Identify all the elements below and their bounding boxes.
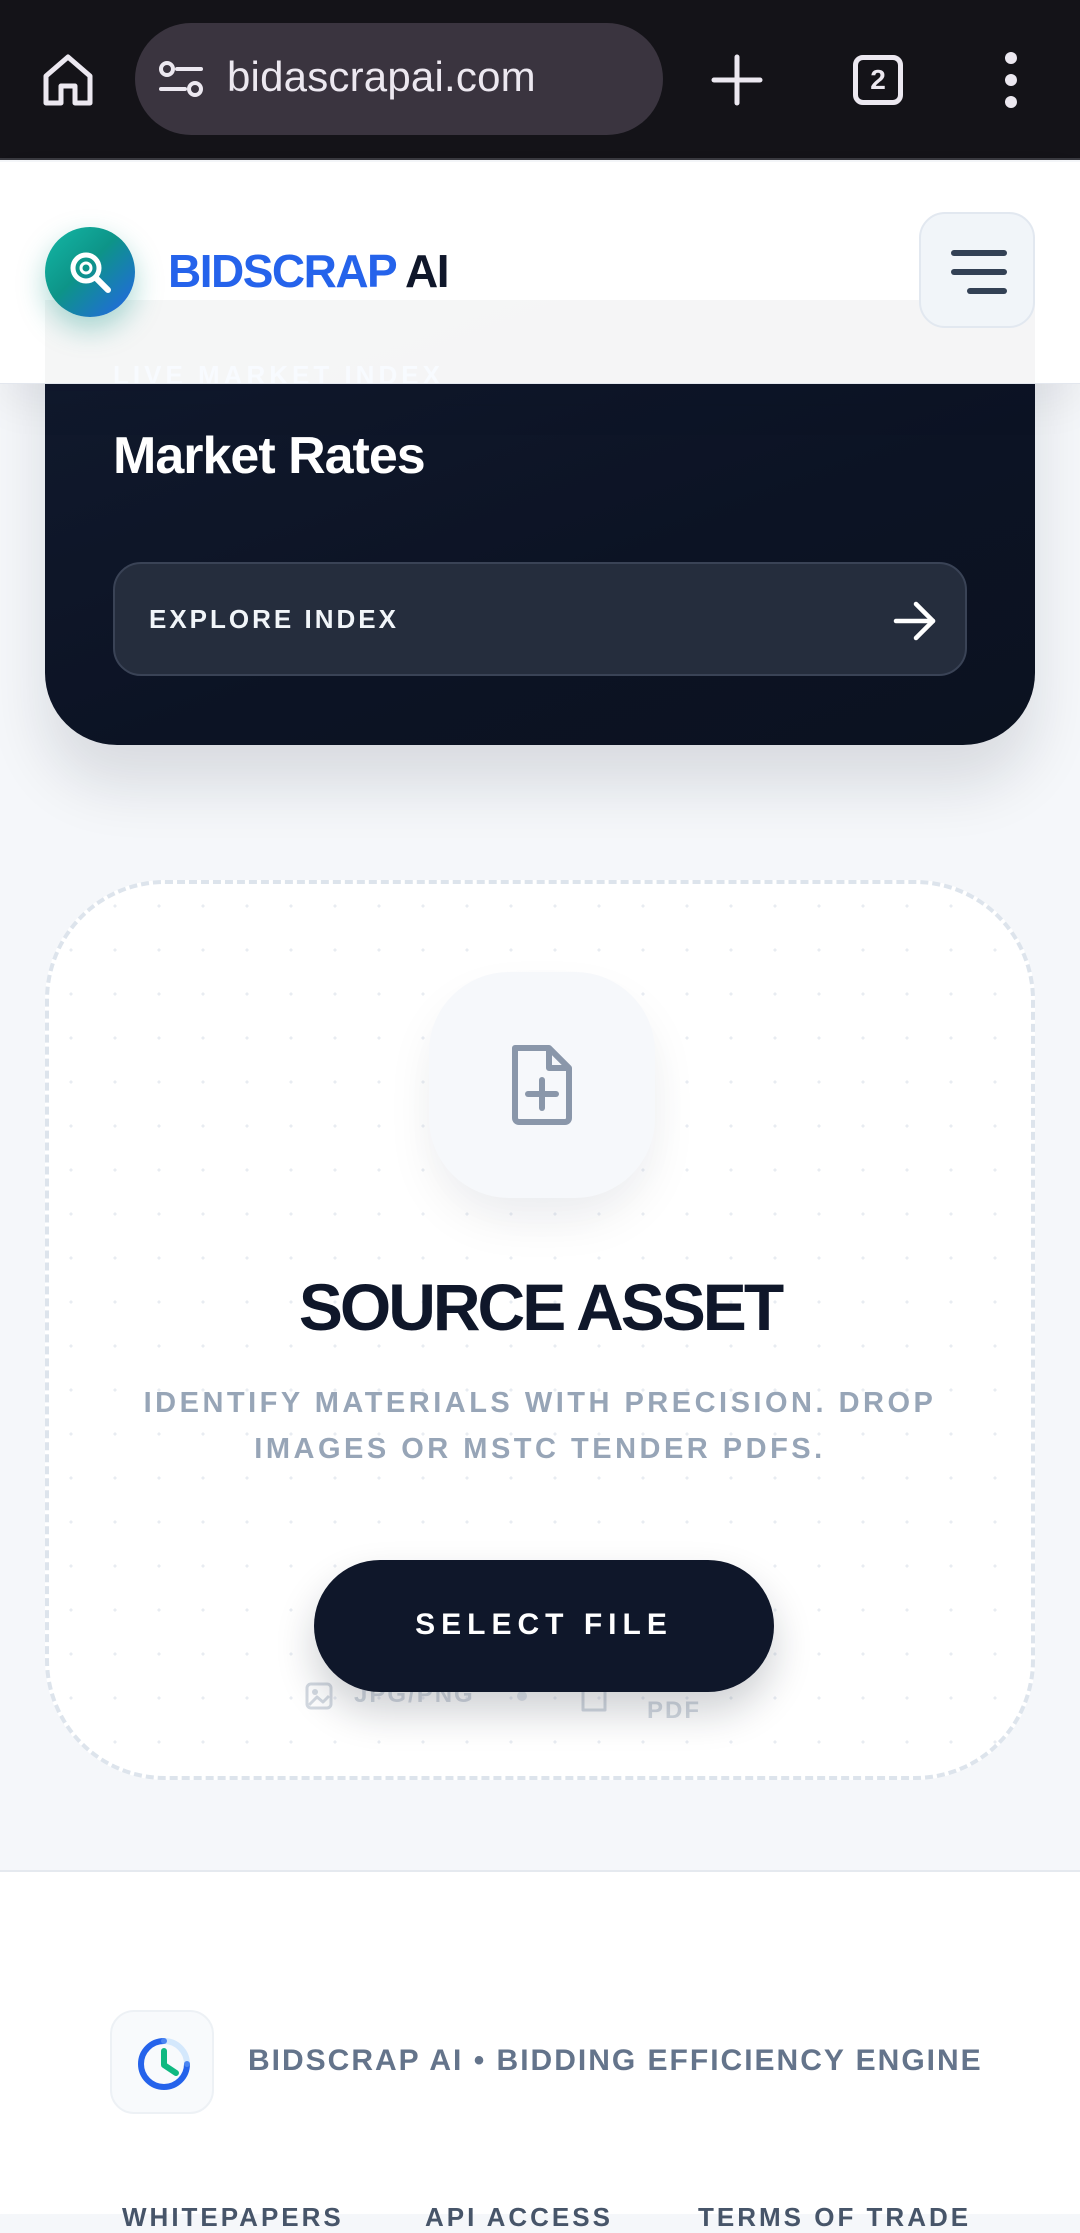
- address-bar[interactable]: bidascrapai.com: [135, 23, 663, 135]
- logo-badge[interactable]: [45, 227, 135, 317]
- footer-link-api-access[interactable]: API ACCESS: [425, 2202, 613, 2233]
- new-tab-icon[interactable]: [710, 53, 764, 107]
- explore-index-label: EXPLORE INDEX: [149, 604, 399, 634]
- home-icon[interactable]: [38, 50, 98, 110]
- brand-secondary: AI: [405, 245, 450, 297]
- file-plus-icon: [512, 1045, 572, 1125]
- url-text[interactable]: bidascrapai.com: [227, 53, 536, 101]
- clock-icon: [138, 2038, 190, 2090]
- brand-primary: BIDSCRAP: [168, 245, 397, 297]
- select-file-button[interactable]: SELECT FILE: [314, 1560, 774, 1692]
- browser-toolbar: bidascrapai.com 2: [0, 0, 1080, 160]
- arrow-right-icon: [893, 601, 936, 641]
- upload-dropzone[interactable]: SOURCE ASSET IDENTIFY MATERIALS WITH PRE…: [45, 880, 1035, 1780]
- image-icon: [305, 1682, 333, 1710]
- market-title: Market Rates: [113, 427, 426, 485]
- tab-switcher-icon[interactable]: 2: [853, 55, 903, 105]
- format-separator: [517, 1691, 527, 1701]
- brand-wordmark[interactable]: BIDSCRAP AI: [168, 244, 450, 298]
- magnifier-icon: [70, 252, 111, 293]
- tab-count: 2: [870, 64, 886, 95]
- footer-logo-tile: [110, 2010, 214, 2114]
- upload-description: IDENTIFY MATERIALS WITH PRECISION. DROP …: [143, 1387, 937, 1465]
- footer-link-terms[interactable]: TERMS OF TRADE: [698, 2202, 971, 2233]
- explore-index-button[interactable]: EXPLORE INDEX: [113, 562, 967, 676]
- site-header: BIDSCRAP AI: [0, 162, 1080, 384]
- select-file-label: SELECT FILE: [415, 1608, 673, 1641]
- menu-button[interactable]: [919, 212, 1035, 328]
- format-pdf: PDF: [647, 1697, 701, 1724]
- hamburger-icon: [951, 250, 1007, 294]
- site-footer: BIDSCRAP AI • BIDDING EFFICIENCY ENGINE …: [0, 1870, 1080, 2232]
- overflow-menu-icon[interactable]: [996, 50, 1026, 110]
- file-icon-tile: [429, 972, 655, 1198]
- site-settings-icon[interactable]: [157, 59, 207, 99]
- footer-tagline: BIDSCRAP AI • BIDDING EFFICIENCY ENGINE: [248, 2044, 983, 2077]
- upload-title: SOURCE ASSET: [298, 1270, 784, 1344]
- footer-link-whitepapers[interactable]: WHITEPAPERS: [122, 2202, 344, 2233]
